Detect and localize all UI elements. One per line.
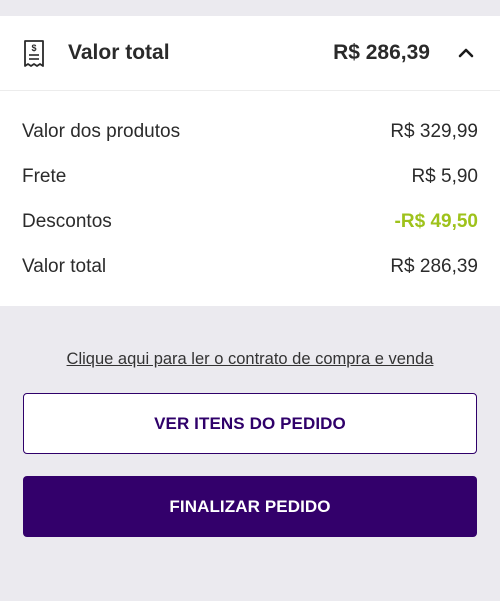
row-value: R$ 286,39 <box>390 255 478 277</box>
row-label: Frete <box>22 165 67 187</box>
checkout-footer: Clique aqui para ler o contrato de compr… <box>0 306 500 537</box>
summary-row-products: Valor dos produtos R$ 329,99 <box>22 109 478 154</box>
summary-row-shipping: Frete R$ 5,90 <box>22 154 478 199</box>
svg-text:$: $ <box>31 43 36 53</box>
summary-title: Valor total <box>68 41 170 64</box>
row-value: R$ 329,99 <box>390 120 478 142</box>
summary-rows: Valor dos produtos R$ 329,99 Frete R$ 5,… <box>0 91 500 306</box>
summary-total-amount: R$ 286,39 <box>333 41 430 64</box>
contract-link[interactable]: Clique aqui para ler o contrato de compr… <box>23 350 477 369</box>
discount-value: -R$ 49,50 <box>394 210 478 232</box>
summary-row-total: Valor total R$ 286,39 <box>22 244 478 289</box>
summary-row-discounts: Descontos -R$ 49,50 <box>22 199 478 244</box>
order-summary-card: $ Valor total R$ 286,39 Valor dos produt… <box>0 16 500 306</box>
finalize-order-button[interactable]: FINALIZAR PEDIDO <box>23 476 477 537</box>
row-label: Descontos <box>22 210 112 232</box>
view-items-button[interactable]: VER ITENS DO PEDIDO <box>23 393 477 454</box>
row-label: Valor dos produtos <box>22 120 181 142</box>
top-strip <box>0 0 500 16</box>
receipt-icon: $ <box>22 39 46 67</box>
summary-header[interactable]: $ Valor total R$ 286,39 <box>0 16 500 91</box>
row-value: R$ 5,90 <box>411 165 478 187</box>
chevron-up-icon[interactable] <box>454 41 478 65</box>
row-label: Valor total <box>22 255 107 277</box>
